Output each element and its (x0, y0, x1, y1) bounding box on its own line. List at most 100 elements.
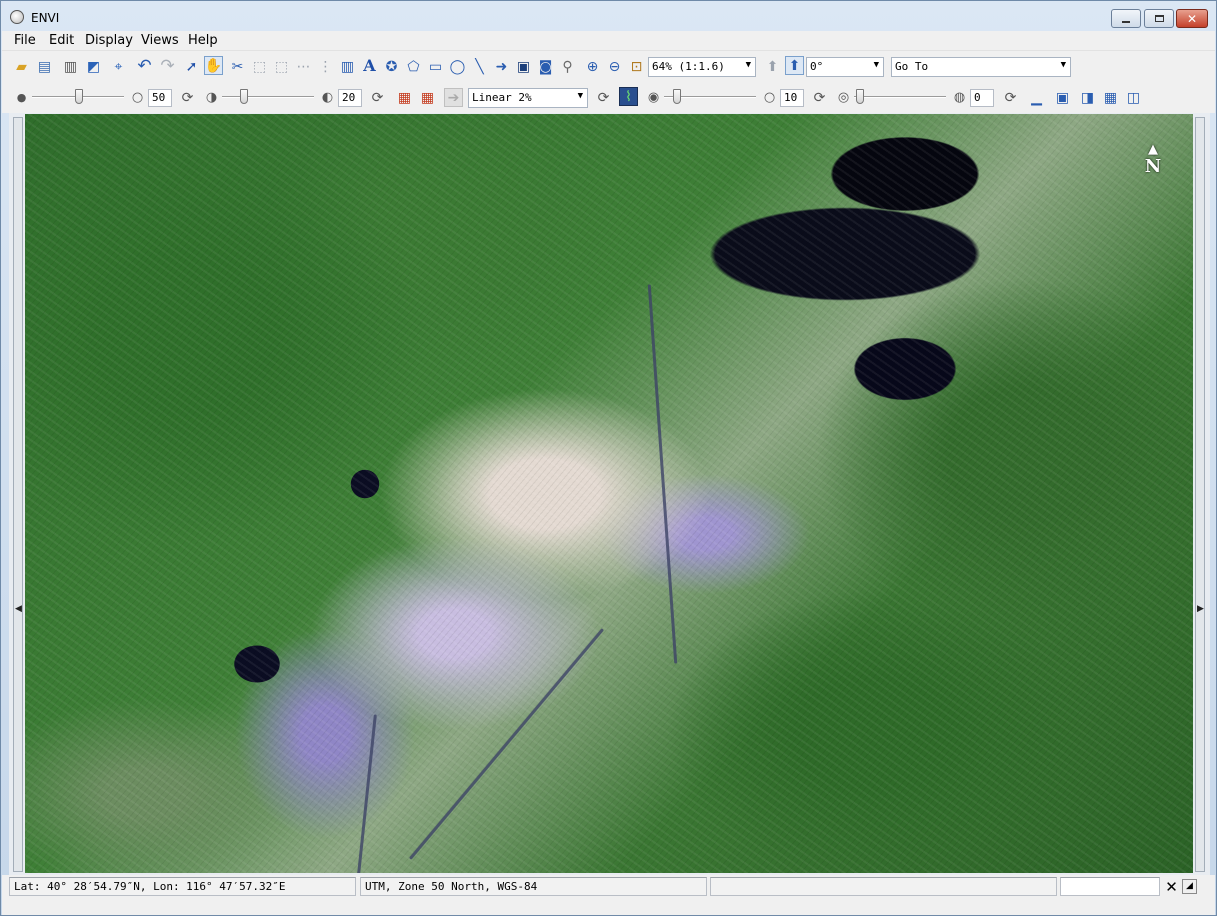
redo-icon[interactable]: ↷ (158, 57, 177, 76)
view-single-icon[interactable]: ▣ (1053, 88, 1072, 107)
menu-views[interactable]: Views (141, 33, 179, 48)
vector-join-icon[interactable]: ⋯ (294, 57, 313, 76)
contrast-high-icon: ◐ (321, 90, 334, 105)
grid-icon[interactable]: ▥ (338, 57, 357, 76)
sharpen-slider[interactable] (664, 88, 756, 106)
reset-stretch-icon[interactable]: ⟳ (594, 88, 613, 107)
reset-brightness-icon[interactable]: ⟳ (178, 88, 197, 107)
chevron-down-icon: ▼ (577, 91, 583, 101)
select-icon[interactable]: ➚ (182, 57, 201, 76)
menu-display[interactable]: Display (85, 33, 133, 48)
menu-edit[interactable]: Edit (49, 33, 74, 48)
undo-icon[interactable]: ↶ (135, 57, 154, 76)
menu-help[interactable]: Help (188, 33, 218, 48)
rotate-icon[interactable]: ✂ (228, 57, 247, 76)
north-up-icon[interactable]: ⬆ (785, 56, 804, 75)
status-field-4 (1060, 877, 1160, 896)
north-arrow-pointer-icon: ▲ (1148, 142, 1158, 157)
arrow-icon[interactable]: ➜ (492, 57, 511, 76)
rotate-up-icon[interactable]: ⬆ (763, 57, 782, 76)
rotation-value: 0° (810, 60, 824, 73)
contrast-low-icon: ◑ (205, 90, 218, 105)
measure-icon[interactable]: ▁ (1027, 88, 1046, 107)
expand-left-icon: ◀ (15, 604, 22, 614)
left-panel-toggle[interactable]: ◀ (13, 117, 23, 872)
status-coordinates: Lat: 40° 28′54.79″N, Lon: 116° 47′57.32″… (9, 877, 356, 896)
histogram-panel-icon[interactable]: ⌇ (619, 87, 638, 106)
view-float-icon[interactable]: ◫ (1124, 88, 1143, 107)
chevron-down-icon: ▼ (1060, 60, 1066, 70)
status-projection: UTM, Zone 50 North, WGS-84 (360, 877, 707, 896)
restore-icon (1154, 15, 1164, 22)
annotate-text-icon[interactable]: A (360, 56, 379, 75)
status-bar: Lat: 40° 28′54.79″N, Lon: 116° 47′57.32″… (2, 875, 1215, 915)
vector-split-icon[interactable]: ⋮ (316, 57, 335, 76)
terrain-texture (25, 114, 1193, 873)
transparency-high-icon: ◍ (953, 90, 966, 105)
minimize-button[interactable] (1111, 9, 1141, 28)
vector-edit-icon[interactable]: ⬚ (272, 57, 291, 76)
brightness-slider[interactable] (32, 88, 124, 106)
view-grid-icon[interactable]: ▦ (1101, 88, 1120, 107)
chevron-down-icon: ▼ (873, 60, 879, 70)
zoom-dropdown[interactable]: 64% (1:1.6) ▼ (648, 57, 756, 77)
stretch-value: Linear 2% (472, 91, 532, 104)
status-field-3 (710, 877, 1057, 896)
histogram-icon[interactable]: ▦ (395, 88, 414, 107)
apply-stretch-icon[interactable]: ➔ (444, 88, 463, 107)
symbol-icon[interactable]: ✪ (382, 57, 401, 76)
export-icon[interactable]: ◩ (84, 57, 103, 76)
enhancement-toolbar: ● ○ 50 ⟳ ◑ ◐ 20 ⟳ ▦ ▦ ➔ Linear 2% ▼ ⟳ ⌇ … (2, 82, 1215, 113)
brightness-value[interactable]: 50 (148, 89, 172, 107)
satellite-image-view[interactable]: ▲ N (25, 114, 1193, 873)
stretch-dropdown[interactable]: Linear 2% ▼ (468, 88, 588, 108)
ellipse-icon[interactable]: ◯ (448, 57, 467, 76)
crosshair-icon[interactable]: ⌖ (109, 57, 128, 76)
brightness-low-icon: ● (16, 91, 27, 104)
open-icon[interactable]: ▰ (12, 57, 31, 76)
menu-file[interactable]: File (14, 33, 36, 48)
chip-icon[interactable]: ◙ (536, 57, 555, 76)
print-icon[interactable]: ▥ (61, 57, 80, 76)
zoom-fit-icon[interactable]: ⊡ (627, 57, 646, 76)
reset-sharpen-icon[interactable]: ⟳ (810, 88, 829, 107)
pan-icon[interactable]: ✋ (204, 56, 223, 75)
line-icon[interactable]: ╲ (470, 57, 489, 76)
magnifier-tool-icon[interactable]: ⚲ (558, 57, 577, 76)
cancel-process-icon[interactable]: ✕ (1162, 878, 1181, 897)
histogram-roi-icon[interactable]: ▦ (418, 88, 437, 107)
window-title: ENVI (31, 11, 60, 25)
picture-icon[interactable]: ▣ (514, 57, 533, 76)
zoom-in-icon[interactable]: ⊕ (583, 57, 602, 76)
contrast-slider[interactable] (222, 88, 314, 106)
polygon-icon[interactable]: ⬠ (404, 57, 423, 76)
vector-icon[interactable]: ⬚ (250, 57, 269, 76)
brightness-high-icon: ○ (131, 90, 144, 105)
sharpen-low-icon: ◉ (647, 90, 660, 105)
contrast-value[interactable]: 20 (338, 89, 362, 107)
sharpen-high-icon: ○ (763, 90, 776, 105)
layer-manager-icon[interactable]: ▤ (35, 57, 54, 76)
transparency-low-icon: ◎ (837, 90, 850, 105)
transparency-value[interactable]: 0 (970, 89, 994, 107)
rectangle-icon[interactable]: ▭ (426, 57, 445, 76)
minimize-icon (1122, 20, 1130, 23)
maximize-button[interactable] (1144, 9, 1174, 28)
reset-transparency-icon[interactable]: ⟳ (1001, 88, 1020, 107)
view-split-icon[interactable]: ◨ (1078, 88, 1097, 107)
north-label: N (1144, 156, 1162, 177)
close-button[interactable]: ✕ (1176, 9, 1208, 28)
sharpen-value[interactable]: 10 (780, 89, 804, 107)
goto-text: Go To (895, 60, 929, 73)
right-panel-toggle[interactable]: ▶ (1195, 117, 1205, 872)
goto-combobox[interactable]: Go To ▼ (891, 57, 1071, 77)
envi-app-icon (10, 10, 24, 24)
reset-contrast-icon[interactable]: ⟳ (368, 88, 387, 107)
rotation-dropdown[interactable]: 0° ▼ (806, 57, 884, 77)
zoom-out-icon[interactable]: ⊖ (605, 57, 624, 76)
transparency-slider[interactable] (854, 88, 946, 106)
zoom-value: 64% (1:1.6) (652, 60, 725, 73)
close-icon: ✕ (1186, 11, 1198, 26)
north-arrow: ▲ N (1141, 142, 1165, 184)
resize-grip-icon[interactable]: ◢ (1182, 879, 1197, 894)
